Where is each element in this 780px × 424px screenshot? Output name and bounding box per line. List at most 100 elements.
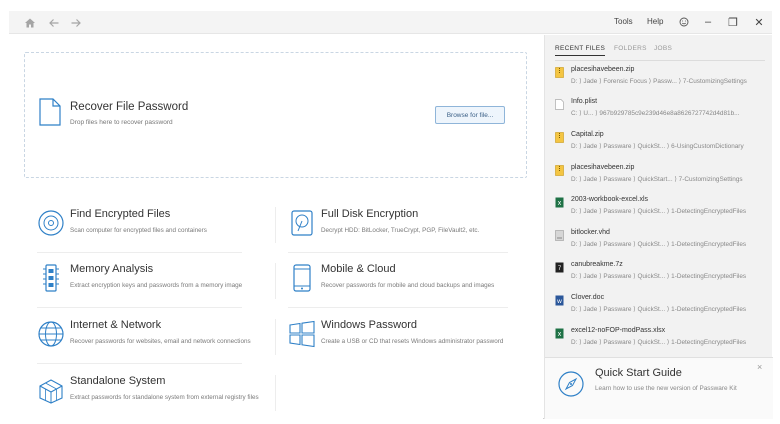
memory-chip-icon [43, 264, 59, 292]
zip-icon [555, 165, 564, 176]
recent-file-item[interactable]: Capital.zip D: ⟩ Jade ⟩ Passware ⟩ Quick… [555, 131, 767, 159]
feature-full-disk-encryption[interactable]: Full Disk Encryption Decrypt HDD: BitLoc… [288, 208, 518, 255]
menu-help[interactable]: Help [647, 17, 663, 26]
recent-files-panel: RECENT FILES FOLDERS JOBS placesihavebee… [544, 35, 773, 419]
divider [275, 207, 276, 243]
divider [37, 307, 242, 308]
excel-icon: x [555, 328, 564, 339]
recent-file-item[interactable]: x excel12-noFOP-modPass.xlsx D: ⟩ Jade ⟩… [555, 327, 767, 355]
file-path: D: ⟩ Jade ⟩ Passware ⟩ QuickStart... ⟩ 7… [571, 176, 743, 183]
feature-memory-analysis[interactable]: Memory Analysis Extract encryption keys … [37, 263, 267, 310]
file-name: canubreakme.7z [571, 261, 623, 268]
file-path: D: ⟩ Jade ⟩ Passware ⟩ QuickSt... ⟩ 1-De… [571, 241, 747, 248]
recent-file-item[interactable]: w Clover.doc D: ⟩ Jade ⟩ Passware ⟩ Quic… [555, 294, 767, 322]
feature-desc: Extract passwords for standalone system … [70, 394, 259, 401]
file-path: D: ⟩ Jade ⟩ Passware ⟩ QuickSt... ⟩ 1-De… [571, 208, 747, 215]
smiley-icon[interactable] [676, 14, 692, 30]
divider [275, 319, 276, 355]
back-arrow-icon[interactable] [45, 14, 63, 32]
svg-text:w: w [556, 298, 562, 305]
divider [275, 375, 276, 411]
archive-7z-icon: 7 [555, 262, 564, 273]
quick-start-guide[interactable]: Quick Start Guide Learn how to use the n… [545, 357, 773, 419]
windows-icon [289, 320, 315, 348]
feature-title: Full Disk Encryption [321, 208, 419, 220]
divider [37, 363, 242, 364]
forward-arrow-icon[interactable] [67, 14, 85, 32]
feature-title: Mobile & Cloud [321, 263, 396, 275]
tab-folders[interactable]: FOLDERS [614, 45, 647, 52]
feature-desc: Recover passwords for mobile and cloud b… [321, 282, 495, 289]
minimize-button[interactable]: – [700, 14, 716, 30]
file-name: placesihavebeen.zip [571, 66, 635, 73]
browse-file-button[interactable]: Browse for file... [435, 106, 505, 124]
feature-windows-password[interactable]: Windows Password Create a USB or CD that… [288, 319, 518, 366]
close-button[interactable]: ✕ [751, 14, 767, 30]
recent-file-item[interactable]: bitlocker.vhd D: ⟩ Jade ⟩ Passware ⟩ Qui… [555, 229, 767, 257]
recent-file-item[interactable]: placesihavebeen.zip D: ⟩ Jade ⟩ Passware… [555, 164, 767, 192]
file-path: D: ⟩ Jade ⟩ Passware ⟩ QuickSt... ⟩ 1-De… [571, 339, 747, 346]
feature-desc: Extract encryption keys and passwords fr… [70, 282, 243, 289]
recent-file-item[interactable]: Info.plist C: ⟩ U... ⟩ 967b929785c9e239d… [555, 98, 767, 126]
globe-icon [38, 321, 64, 347]
feature-desc: Decrypt HDD: BitLocker, TrueCrypt, PGP, … [321, 227, 480, 234]
disk-image-icon [555, 230, 564, 241]
file-path: D: ⟩ Jade ⟩ Forensic Focus ⟩ Passw... ⟩ … [571, 78, 747, 85]
divider [288, 307, 508, 308]
file-icon [555, 99, 564, 110]
feature-internet-network[interactable]: Internet & Network Recover passwords for… [37, 319, 267, 366]
feature-find-encrypted-files[interactable]: Find Encrypted Files Scan computer for e… [37, 208, 267, 255]
zip-icon [555, 132, 564, 143]
feature-title: Internet & Network [70, 319, 162, 331]
feature-desc: Create a USB or CD that resets Windows a… [321, 338, 504, 345]
recover-subtitle: Drop files here to recover password [70, 119, 173, 126]
home-icon[interactable] [21, 14, 39, 32]
feature-title: Find Encrypted Files [70, 208, 171, 220]
recent-file-item[interactable]: placesihavebeen.zip D: ⟩ Jade ⟩ Forensic… [555, 66, 767, 94]
tab-recent-files[interactable]: RECENT FILES [555, 45, 606, 56]
file-name: placesihavebeen.zip [571, 164, 635, 171]
hdd-icon [291, 210, 313, 236]
feature-desc: Recover passwords for websites, email an… [70, 338, 251, 345]
recover-title: Recover File Password [70, 101, 189, 113]
feature-title: Standalone System [70, 375, 166, 387]
file-name: Info.plist [571, 98, 598, 105]
disc-icon [38, 210, 64, 236]
file-name: Clover.doc [571, 294, 605, 301]
feature-title: Memory Analysis [70, 263, 154, 275]
svg-text:x: x [558, 331, 562, 338]
file-path: D: ⟩ Jade ⟩ Passware ⟩ QuickSt... ⟩ 6-Us… [571, 143, 744, 150]
menu-tools[interactable]: Tools [614, 17, 633, 26]
file-name: 2003-workbook-excel.xls [571, 196, 649, 203]
file-name: bitlocker.vhd [571, 229, 610, 236]
quick-start-title: Quick Start Guide [595, 367, 682, 379]
word-icon: w [555, 295, 564, 306]
file-path: C: ⟩ U... ⟩ 967b929785c9e239d46e8a862672… [571, 110, 740, 117]
divider [37, 252, 242, 253]
file-name: Capital.zip [571, 131, 604, 138]
file-path: D: ⟩ Jade ⟩ Passware ⟩ QuickSt... ⟩ 1-De… [571, 306, 747, 313]
tab-jobs[interactable]: JOBS [654, 45, 672, 52]
title-bar: Tools Help – ❐ ✕ [9, 11, 772, 34]
divider [288, 252, 508, 253]
document-icon [39, 98, 61, 126]
feature-mobile-cloud[interactable]: Mobile & Cloud Recover passwords for mob… [288, 263, 518, 310]
feature-standalone-system[interactable]: Standalone System Extract passwords for … [37, 375, 267, 422]
tabs-underline [555, 60, 765, 61]
restore-button[interactable]: ❐ [725, 14, 741, 30]
cubes-icon [39, 379, 63, 404]
excel-icon: x [555, 197, 564, 208]
quick-start-subtitle: Learn how to use the new version of Pass… [595, 385, 737, 392]
feature-title: Windows Password [321, 319, 417, 331]
recent-file-item[interactable]: x 2003-workbook-excel.xls D: ⟩ Jade ⟩ Pa… [555, 196, 767, 224]
mobile-icon [293, 264, 311, 292]
main-panel: Recover File Password Drop files here to… [9, 35, 543, 419]
close-icon[interactable]: × [757, 362, 762, 372]
file-name: excel12-noFOP-modPass.xlsx [571, 327, 666, 334]
divider [275, 263, 276, 299]
recent-file-item[interactable]: 7 canubreakme.7z D: ⟩ Jade ⟩ Passware ⟩ … [555, 261, 767, 289]
feature-desc: Scan computer for encrypted files and co… [70, 227, 207, 234]
recover-drop-zone[interactable]: Recover File Password Drop files here to… [24, 52, 527, 178]
compass-icon [558, 371, 584, 397]
svg-text:x: x [558, 200, 562, 207]
